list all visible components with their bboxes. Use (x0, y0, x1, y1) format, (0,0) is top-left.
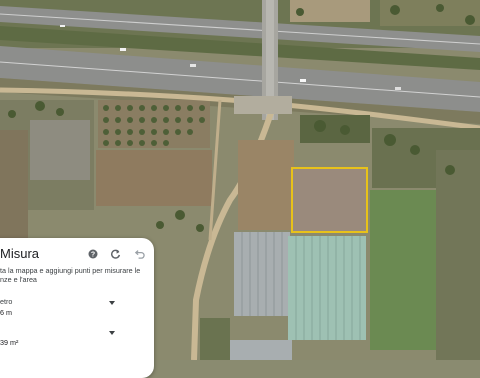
svg-text:?: ? (91, 252, 95, 259)
help-icon[interactable]: ? (86, 247, 100, 261)
undo-icon[interactable] (132, 247, 146, 261)
area-value: 39 m² (0, 338, 19, 347)
refresh-icon[interactable] (108, 247, 122, 261)
measure-panel: Misura ? ta la mappa e aggiungi punti pe… (0, 238, 154, 378)
measure-panel-title: Misura (0, 246, 40, 261)
perimeter-unit-dropdown-icon[interactable] (109, 301, 115, 305)
measure-instructions: ta la mappa e aggiungi punti per misurar… (0, 266, 141, 284)
area-unit-dropdown-icon[interactable] (109, 331, 115, 335)
perimeter-value: 6 m (0, 308, 12, 317)
perimeter-label: etro (0, 297, 13, 306)
